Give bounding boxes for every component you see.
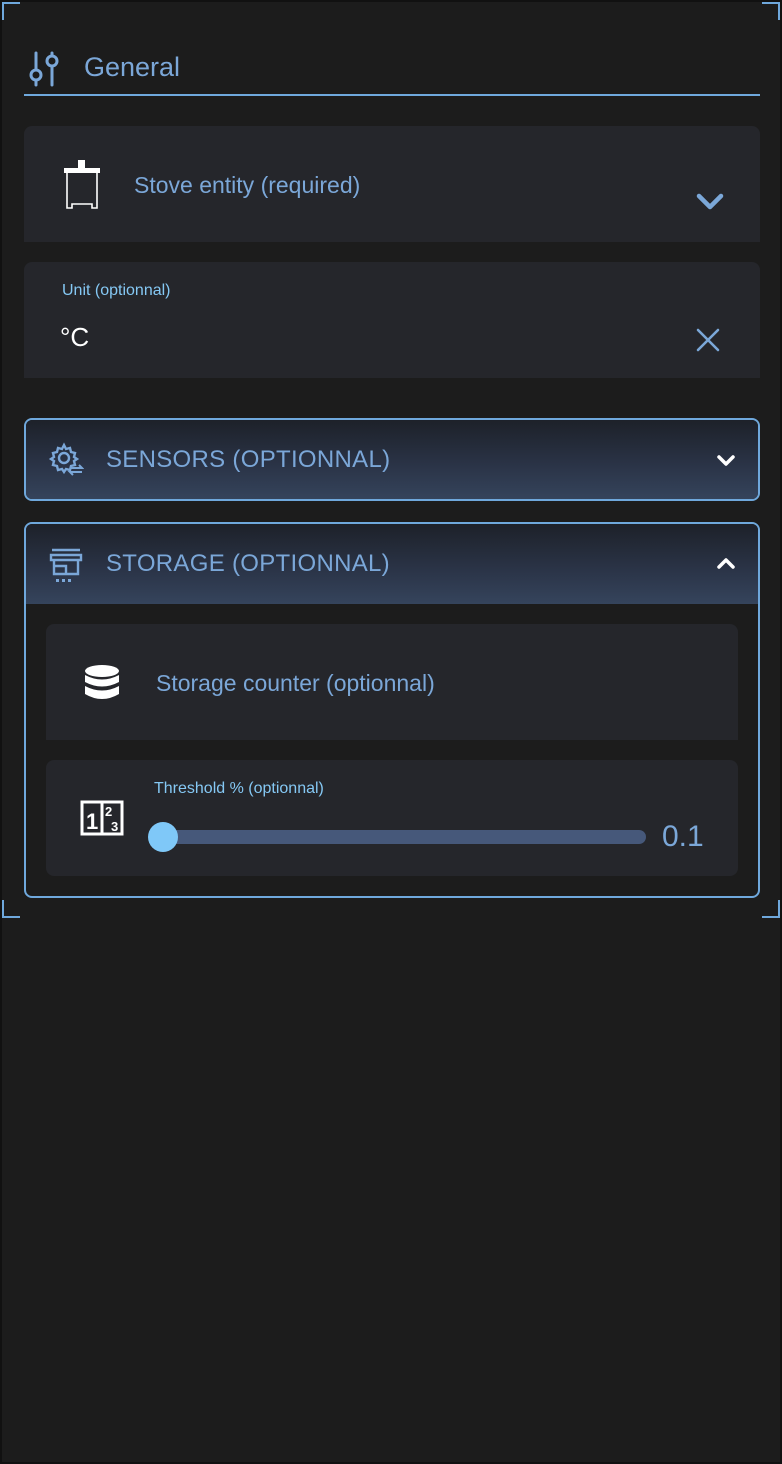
cog-sync-icon <box>48 442 85 478</box>
threshold-slider[interactable] <box>148 822 646 852</box>
svg-text:2: 2 <box>105 804 112 819</box>
storefront-icon <box>48 546 84 582</box>
storage-counter-label: Storage counter (optionnal) <box>156 670 435 696</box>
storage-expander-header[interactable]: STORAGE (OPTIONNAL) <box>26 524 758 604</box>
chevron-up-icon[interactable] <box>712 550 740 578</box>
tune-icon <box>24 47 64 87</box>
numeric-icon: 1 2 3 <box>80 800 124 836</box>
threshold-value: 0.1 <box>662 820 704 853</box>
unit-field[interactable]: Unit (optionnal) °C <box>24 262 760 378</box>
chevron-down-icon[interactable] <box>696 192 724 212</box>
unit-input-value[interactable]: °C <box>60 322 89 353</box>
frame-corner-top-left <box>2 2 20 20</box>
storage-expander: STORAGE (OPTIONNAL) Storage counter (opt… <box>24 522 760 898</box>
threshold-slider-thumb[interactable] <box>148 822 178 852</box>
threshold-label: Threshold % (optionnal) <box>154 780 324 797</box>
frame-corner-bottom-right <box>762 900 780 918</box>
unit-label: Unit (optionnal) <box>62 282 171 299</box>
close-icon[interactable] <box>694 326 722 354</box>
svg-text:3: 3 <box>111 819 118 834</box>
stove-entity-select[interactable]: Stove entity (required) <box>24 126 760 242</box>
general-title: General <box>84 51 181 82</box>
sensors-title: SENSORS (OPTIONNAL) <box>106 446 391 473</box>
storage-counter-select[interactable]: Storage counter (optionnal) <box>46 624 738 740</box>
storage-title: STORAGE (OPTIONNAL) <box>106 550 390 577</box>
sensors-expander: SENSORS (OPTIONNAL) <box>24 418 760 501</box>
general-section-header: General <box>24 40 760 96</box>
frame-corner-top-right <box>762 2 780 20</box>
threshold-field: 1 2 3 Threshold % (optionnal) 0.1 <box>46 760 738 876</box>
stove-icon <box>62 158 102 210</box>
stove-entity-label: Stove entity (required) <box>134 172 361 198</box>
chevron-down-icon[interactable] <box>712 446 740 474</box>
frame-corner-bottom-left <box>2 900 20 918</box>
sensors-expander-header[interactable]: SENSORS (OPTIONNAL) <box>26 420 758 499</box>
svg-text:1: 1 <box>86 809 98 834</box>
database-icon <box>84 664 120 702</box>
